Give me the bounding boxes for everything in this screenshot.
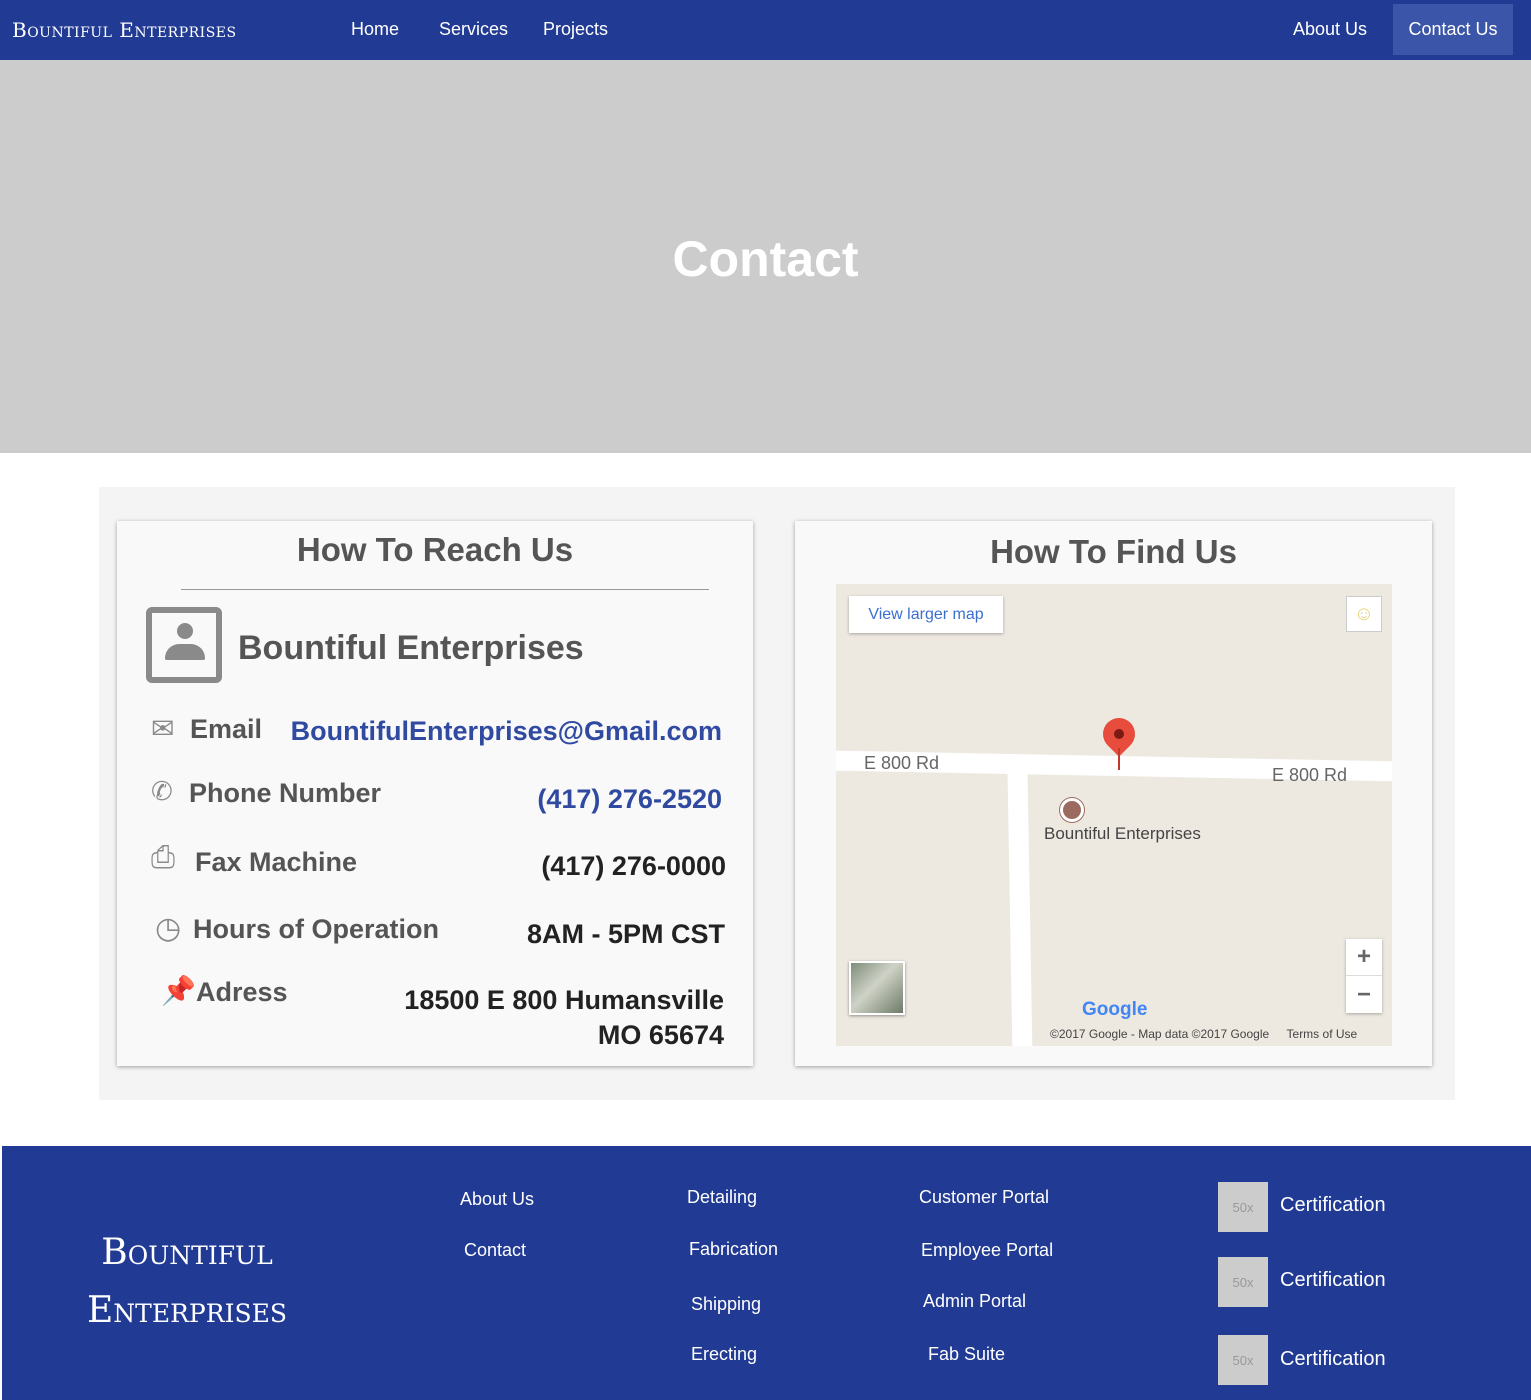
contact-section: How To Reach Us Bountiful Enterprises ✉ …: [99, 487, 1455, 1100]
reach-title: How To Reach Us: [296, 531, 574, 568]
reach-card: How To Reach Us Bountiful Enterprises ✉ …: [117, 521, 753, 1066]
page-title: Contact: [672, 231, 859, 287]
hours-label: Hours of Operation: [193, 914, 440, 944]
company-name: Bountiful Enterprises: [238, 629, 584, 667]
nav-home[interactable]: Home: [351, 19, 399, 40]
nav-services[interactable]: Services: [439, 19, 508, 40]
place-label[interactable]: Bountiful Enterprises: [1044, 824, 1201, 844]
footer-brand: Bountiful Enterprises: [87, 1232, 287, 1331]
phone-label: Phone Number: [189, 778, 382, 808]
map-marker-stem: [1118, 748, 1120, 770]
nav-contact-active[interactable]: Contact Us: [1393, 4, 1513, 55]
phone-icon: ✆: [151, 776, 173, 806]
email-label: Email: [190, 714, 263, 744]
top-navbar: Bountiful Enterprises Home Services Proj…: [0, 0, 1531, 60]
certification-label-2[interactable]: Certification: [1280, 1269, 1386, 1292]
satellite-toggle[interactable]: [849, 961, 905, 1015]
site-footer: Bountiful Enterprises About Us Contact D…: [2, 1146, 1531, 1400]
hours-value: 8AM - 5PM CST: [526, 919, 725, 949]
pin-icon: 📌: [161, 975, 196, 1006]
find-card: How To Find Us View larger map ☺ E 800 R…: [795, 521, 1432, 1066]
address-label: Adress: [196, 977, 288, 1007]
find-title: How To Find Us: [990, 533, 1237, 570]
footer-link-about[interactable]: About Us: [460, 1189, 534, 1210]
certification-label-3[interactable]: Certification: [1280, 1348, 1386, 1371]
contact-card-icon: [146, 607, 222, 683]
certification-image-1: 50x: [1218, 1182, 1268, 1232]
address-line2: MO 65674: [597, 1020, 724, 1050]
footer-link-employee-portal[interactable]: Employee Portal: [921, 1240, 1053, 1261]
certification-image-3: 50x: [1218, 1335, 1268, 1385]
terms-link[interactable]: Terms of Use: [1287, 1027, 1358, 1041]
footer-link-erecting[interactable]: Erecting: [691, 1344, 757, 1365]
footer-link-shipping[interactable]: Shipping: [691, 1294, 761, 1315]
road-label-left: E 800 Rd: [864, 753, 940, 773]
footer-link-fabrication[interactable]: Fabrication: [689, 1239, 778, 1260]
hero-banner: Contact: [0, 60, 1531, 453]
fax-value: (417) 276-0000: [541, 851, 726, 881]
footer-link-customer-portal[interactable]: Customer Portal: [919, 1187, 1049, 1208]
phone-link[interactable]: (417) 276-2520: [537, 784, 722, 815]
nav-about[interactable]: About Us: [1293, 19, 1367, 40]
fax-icon: ⎙: [151, 841, 175, 874]
certification-label-1[interactable]: Certification: [1280, 1194, 1386, 1217]
fax-label: Fax Machine: [195, 847, 358, 877]
divider: [181, 589, 709, 590]
embedded-map[interactable]: View larger map ☺ E 800 Rd E 800 Rd Boun…: [836, 584, 1392, 1046]
clock-icon: ◷: [155, 912, 182, 945]
footer-link-fab-suite[interactable]: Fab Suite: [928, 1344, 1005, 1365]
footer-link-detailing[interactable]: Detailing: [687, 1187, 757, 1208]
road-label-right: E 800 Rd: [1272, 765, 1348, 785]
certification-image-2: 50x: [1218, 1257, 1268, 1307]
attribution-text: ©2017 Google - Map data ©2017 Google: [1050, 1027, 1270, 1041]
zoom-in-button[interactable]: +: [1346, 939, 1382, 976]
nav-projects[interactable]: Projects: [543, 19, 608, 40]
address-line1: 18500 E 800 Humansville: [404, 985, 724, 1015]
google-logo: Google: [1082, 999, 1148, 1020]
zoom-out-button[interactable]: −: [1346, 976, 1382, 1013]
email-icon: ✉: [151, 713, 175, 744]
map-attribution: ©2017 Google - Map data ©2017 Google Ter…: [1050, 1027, 1357, 1041]
pegman-icon[interactable]: ☺: [1346, 596, 1382, 632]
view-larger-map-button[interactable]: View larger map: [849, 596, 1003, 633]
brand-logo[interactable]: Bountiful Enterprises: [12, 18, 237, 42]
footer-link-admin-portal[interactable]: Admin Portal: [923, 1291, 1026, 1312]
road-vertical: [1007, 768, 1033, 1046]
zoom-controls: + −: [1346, 939, 1382, 1013]
email-link[interactable]: BountifulEnterprises@Gmail.com: [291, 716, 722, 747]
place-icon[interactable]: [1060, 798, 1084, 822]
footer-link-contact[interactable]: Contact: [464, 1240, 526, 1261]
